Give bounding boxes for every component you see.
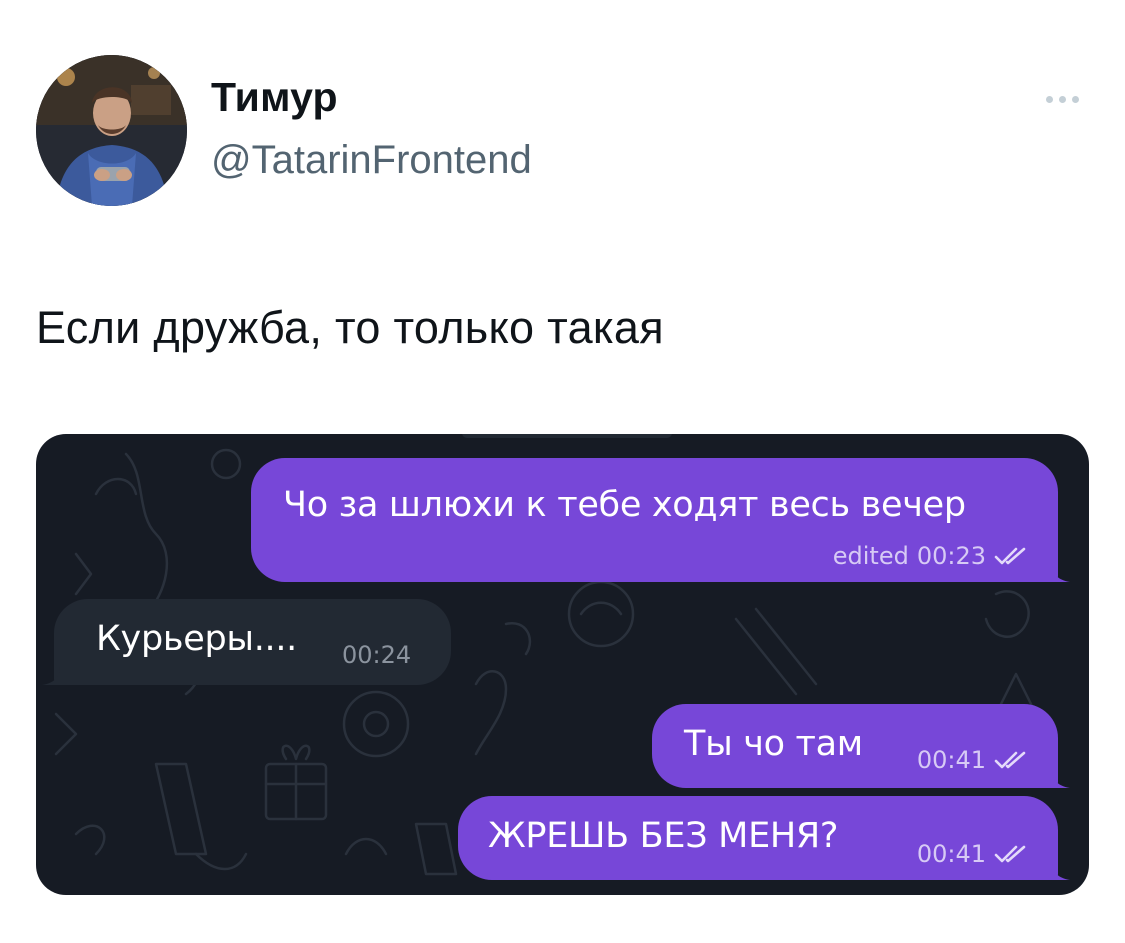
message-outgoing[interactable]: Чо за шлюхи к тебе ходят весь вечер edit… bbox=[251, 458, 1070, 582]
bubble-tail bbox=[1052, 770, 1070, 788]
tweet-media-image[interactable]: Чо за шлюхи к тебе ходят весь вечер edit… bbox=[36, 434, 1089, 895]
author-avatar[interactable] bbox=[36, 55, 187, 206]
message-text: ЖРЕШЬ БЕЗ МЕНЯ? bbox=[488, 816, 839, 856]
author-name[interactable]: Тимур bbox=[211, 74, 338, 121]
message-time: 00:41 bbox=[916, 746, 986, 774]
double-check-icon bbox=[994, 750, 1028, 770]
author-handle[interactable]: @TatarinFrontend bbox=[211, 138, 532, 183]
bubble-tail bbox=[1052, 862, 1070, 880]
message-meta: edited 00:23 bbox=[833, 542, 1028, 570]
edited-label: edited bbox=[832, 542, 909, 570]
message-incoming[interactable]: Курьеры.... 00:24 bbox=[42, 599, 451, 685]
tweet-text: Если дружба, то только такая bbox=[36, 302, 664, 353]
message-text: Чо за шлюхи к тебе ходят весь вечер bbox=[283, 485, 966, 525]
message-outgoing[interactable]: ЖРЕШЬ БЕЗ МЕНЯ? 00:41 bbox=[458, 796, 1070, 880]
more-options-button[interactable] bbox=[1036, 82, 1088, 116]
avatar-photo bbox=[36, 55, 187, 206]
more-horizontal-icon bbox=[1045, 95, 1053, 103]
more-horizontal-icon bbox=[1071, 95, 1079, 103]
message-time: 00:23 bbox=[916, 542, 986, 570]
message-time: 00:41 bbox=[916, 840, 986, 868]
double-check-icon bbox=[994, 546, 1028, 566]
message-time: 00:24 bbox=[342, 641, 412, 669]
message-meta: 00:41 bbox=[917, 746, 1028, 774]
more-horizontal-icon bbox=[1058, 95, 1066, 103]
double-check-icon bbox=[994, 844, 1028, 864]
message-outgoing[interactable]: Ты чо там 00:41 bbox=[652, 704, 1070, 788]
bubble-tail bbox=[1052, 564, 1070, 582]
message-text: Курьеры.... bbox=[96, 619, 297, 659]
message-text: Ты чо там bbox=[684, 724, 863, 764]
bubble-tail bbox=[42, 667, 60, 685]
message-meta: 00:41 bbox=[917, 840, 1028, 868]
